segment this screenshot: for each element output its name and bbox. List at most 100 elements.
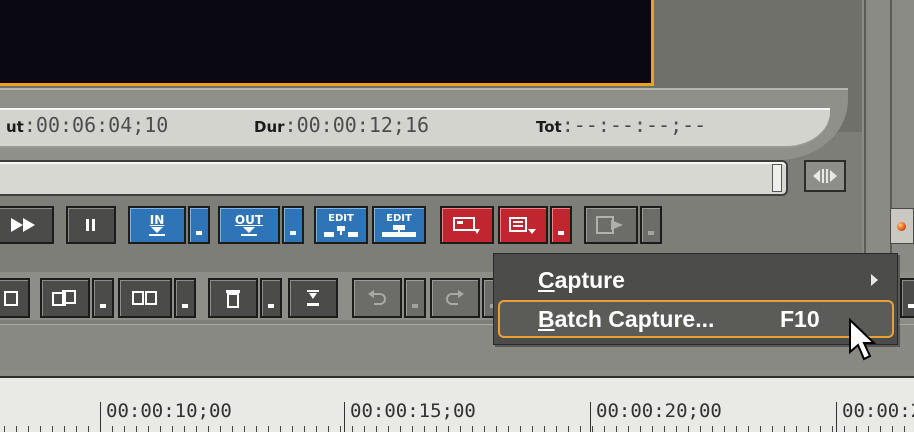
ruler-minor-tick [448, 426, 449, 432]
submenu-arrow-icon [871, 274, 878, 286]
ruler-minor-tick [460, 426, 461, 432]
ruler-minor-tick [148, 426, 149, 432]
ruler-minor-tick [628, 426, 629, 432]
trim-icon [132, 291, 157, 305]
ruler-minor-tick [40, 426, 41, 432]
undo-icon [368, 290, 386, 305]
export-icon [596, 216, 623, 234]
set-in-dropdown[interactable] [188, 206, 210, 244]
ruler-minor-tick [772, 426, 773, 432]
duration-label: Dur [254, 118, 285, 136]
ruler-minor-tick [904, 426, 905, 432]
ruler-minor-tick [760, 426, 761, 432]
ruler-minor-tick [520, 426, 521, 432]
position-bar-end[interactable] [772, 164, 782, 192]
ruler-minor-tick [232, 426, 233, 432]
duration-timecode: Dur:00:00:12;16 [254, 113, 429, 137]
ruler-minor-tick [172, 426, 173, 432]
ruler-minor-tick [640, 426, 641, 432]
ruler-label-15s: 00:00:15;00 [350, 400, 476, 422]
ruler-label-20s: 00:00:20;00 [596, 400, 722, 422]
batch-capture-button[interactable] [498, 206, 548, 244]
ruler-minor-tick [184, 426, 185, 432]
ruler-minor-tick [220, 426, 221, 432]
ruler-minor-tick [820, 426, 821, 432]
batch-capture-mnemonic: B [538, 305, 555, 332]
ruler-minor-tick [424, 426, 425, 432]
fast-forward-button[interactable] [0, 206, 54, 244]
export-button[interactable] [584, 206, 638, 244]
menu-item-capture[interactable]: Capture [498, 261, 894, 299]
ruler-major-tick [344, 402, 345, 432]
ruler-minor-tick [412, 426, 413, 432]
total-timecode: Tot:--:--:--;-- [536, 113, 706, 137]
ruler-minor-tick [268, 426, 269, 432]
split-view-button[interactable] [804, 160, 846, 192]
ruler-minor-tick [208, 426, 209, 432]
ruler-minor-tick [796, 426, 797, 432]
ripple-delete-button[interactable] [288, 278, 338, 318]
overwrite-edit-icon [382, 224, 416, 237]
ruler-major-tick [100, 402, 101, 432]
pause-button[interactable] [66, 206, 116, 244]
ruler-minor-tick [568, 426, 569, 432]
redo-button[interactable] [430, 278, 480, 318]
duration-value: :00:00:12;16 [284, 113, 430, 137]
out-value: :00:06:04;10 [23, 113, 169, 137]
ruler-minor-tick [388, 426, 389, 432]
ruler-minor-tick [352, 426, 353, 432]
set-in-button[interactable]: IN [128, 206, 186, 244]
out-label: ut [6, 118, 24, 136]
position-bar[interactable] [0, 160, 788, 196]
delete-button[interactable] [208, 278, 258, 318]
clip-button[interactable] [0, 278, 30, 318]
ruler-minor-tick [712, 426, 713, 432]
capture-label-rest: apture [554, 266, 625, 293]
set-out-button[interactable]: OUT [218, 206, 280, 244]
ruler-minor-tick [676, 426, 677, 432]
undo-dropdown[interactable] [404, 278, 426, 318]
copy-dropdown[interactable] [92, 278, 114, 318]
trim-button[interactable] [118, 278, 172, 318]
ruler-minor-tick [736, 426, 737, 432]
ruler-label-10s: 00:00:10;00 [106, 400, 232, 422]
delete-dropdown[interactable] [260, 278, 282, 318]
batch-capture-label-rest: atch Capture... [554, 305, 715, 332]
split-view-icon [813, 169, 837, 183]
ruler-minor-tick [892, 426, 893, 432]
ruler-minor-tick [28, 426, 29, 432]
ruler-minor-tick [748, 426, 749, 432]
ruler-minor-tick [64, 426, 65, 432]
ruler-minor-tick [784, 426, 785, 432]
ruler-minor-tick [244, 426, 245, 432]
ruler-minor-tick [616, 426, 617, 432]
ruler-minor-tick [280, 426, 281, 432]
copy-clip-button[interactable] [40, 278, 90, 318]
ruler-minor-tick [664, 426, 665, 432]
toolbar-overflow-dropdown[interactable] [900, 278, 914, 318]
ruler-minor-tick [688, 426, 689, 432]
ruler-minor-tick [844, 426, 845, 432]
ruler-minor-tick [808, 426, 809, 432]
record-led-icon [897, 222, 906, 231]
ruler-minor-tick [556, 426, 557, 432]
menu-item-batch-capture-label: Batch Capture... [538, 306, 714, 333]
overwrite-edit-button[interactable]: EDIT [372, 206, 426, 244]
set-in-icon [149, 227, 165, 236]
insert-edit-button[interactable]: EDIT [314, 206, 368, 244]
batch-capture-icon [509, 217, 536, 234]
export-dropdown[interactable] [640, 206, 662, 244]
ruler-minor-tick [856, 426, 857, 432]
ruler-minor-tick [508, 426, 509, 432]
capture-button[interactable] [440, 206, 494, 244]
menu-item-batch-capture[interactable]: Batch Capture... F10 [498, 300, 894, 338]
set-in-label: IN [149, 213, 165, 227]
ruler-major-tick [836, 402, 837, 432]
trim-dropdown[interactable] [174, 278, 196, 318]
undo-button[interactable] [352, 278, 402, 318]
ruler-minor-tick [400, 426, 401, 432]
ruler-minor-tick [436, 426, 437, 432]
capture-dropdown[interactable] [550, 206, 572, 244]
ruler-major-tick [590, 402, 591, 432]
set-out-dropdown[interactable] [282, 206, 304, 244]
